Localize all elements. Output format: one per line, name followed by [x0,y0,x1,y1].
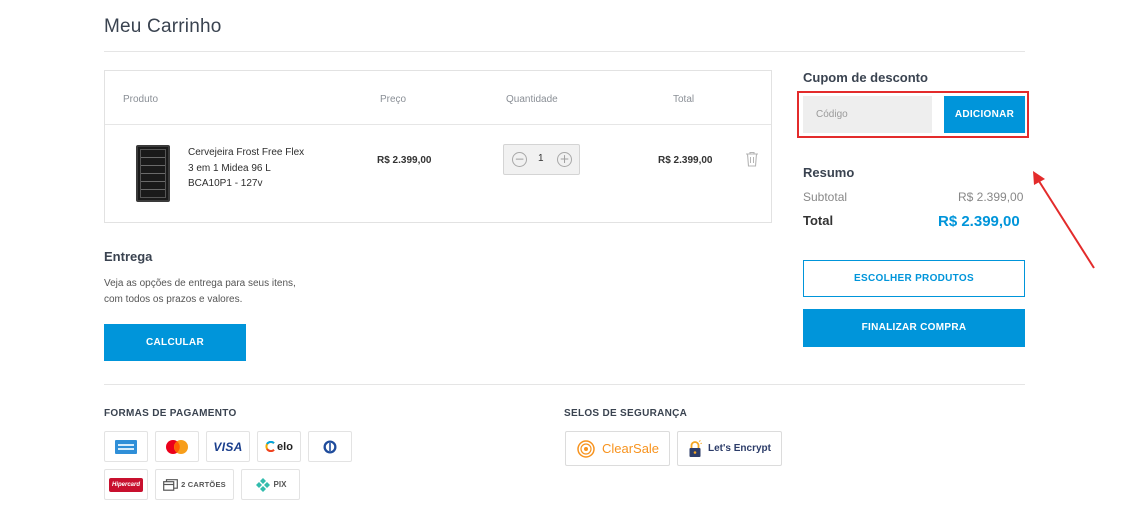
payment-methods-title: FORMAS DE PAGAMENTO [104,408,237,419]
header-preco: Preço [380,94,407,105]
divider [104,384,1025,385]
quantity-stepper: − 1 + [503,144,580,175]
diners-icon [308,431,352,462]
product-name-line: BCA10P1 - 127v [188,178,263,189]
entrega-description: Veja as opções de entrega para seus iten… [104,276,314,308]
checkout-button[interactable]: FINALIZAR COMPRA [803,309,1025,347]
divider [105,124,771,125]
subtotal-value: R$ 2.399,00 [958,190,1024,204]
subtotal-label: Subtotal [803,190,848,204]
hipercard-icon: Hipercard [104,469,148,500]
lets-encrypt-icon: Let's Encrypt [677,431,782,466]
add-coupon-button[interactable]: ADICIONAR [944,96,1025,133]
header-total: Total [673,94,695,105]
minus-icon[interactable]: − [512,152,527,167]
entrega-line: Veja as opções de entrega para seus iten… [104,278,296,289]
pix-text: PIX [273,480,287,489]
clearsale-icon: ClearSale [565,431,670,466]
divider [104,51,1025,52]
product-total: R$ 2.399,00 [658,155,713,166]
page-title: Meu Carrinho [104,16,222,37]
visa-text: VISA [213,439,243,454]
plus-icon[interactable]: + [557,152,572,167]
calcular-button[interactable]: CALCULAR [104,324,246,361]
header-produto: Produto [123,94,159,105]
hipercard-text: Hipercard [111,481,140,488]
header-quantidade: Quantidade [506,94,558,105]
two-cards-text: 2 CARTÕES [181,480,226,489]
product-name-line: 3 em 1 Midea 96 L [188,162,271,174]
cupom-title: Cupom de desconto [803,70,928,85]
lets-encrypt-text: Let's Encrypt [708,443,771,454]
clearsale-text: ClearSale [601,441,660,456]
total-value: R$ 2.399,00 [938,213,1020,230]
elo-text: elo [277,440,293,453]
quantity-value[interactable]: 1 [538,153,544,164]
product-name[interactable]: Cervejeira Frost Free Flex 3 em 1 Midea … [188,145,318,192]
two-cards-icon: 2 CARTÕES [155,469,234,500]
amex-icon [104,431,148,462]
mastercard-icon [155,431,199,462]
trash-icon[interactable] [745,151,759,167]
security-seals-title: SELOS DE SEGURANÇA [564,408,688,419]
entrega-title: Entrega [104,249,153,264]
coupon-code-input[interactable] [803,96,932,133]
total-label: Total [803,213,834,228]
visa-icon: VISA [206,431,250,462]
beer-fridge-image[interactable] [136,145,170,202]
annotation-arrow-icon [1033,171,1095,269]
product-price: R$ 2.399,00 [377,155,432,166]
choose-products-button[interactable]: ESCOLHER PRODUTOS [803,260,1025,297]
product-name-line: Cervejeira Frost Free Flex [188,147,305,158]
entrega-line: com todos os prazos e valores. [104,294,243,305]
cart-table: Produto Preço Quantidade Total Cervejeir… [104,70,772,223]
elo-icon: elo [257,431,301,462]
resumo-title: Resumo [803,165,855,180]
pix-icon: PIX [241,469,300,500]
